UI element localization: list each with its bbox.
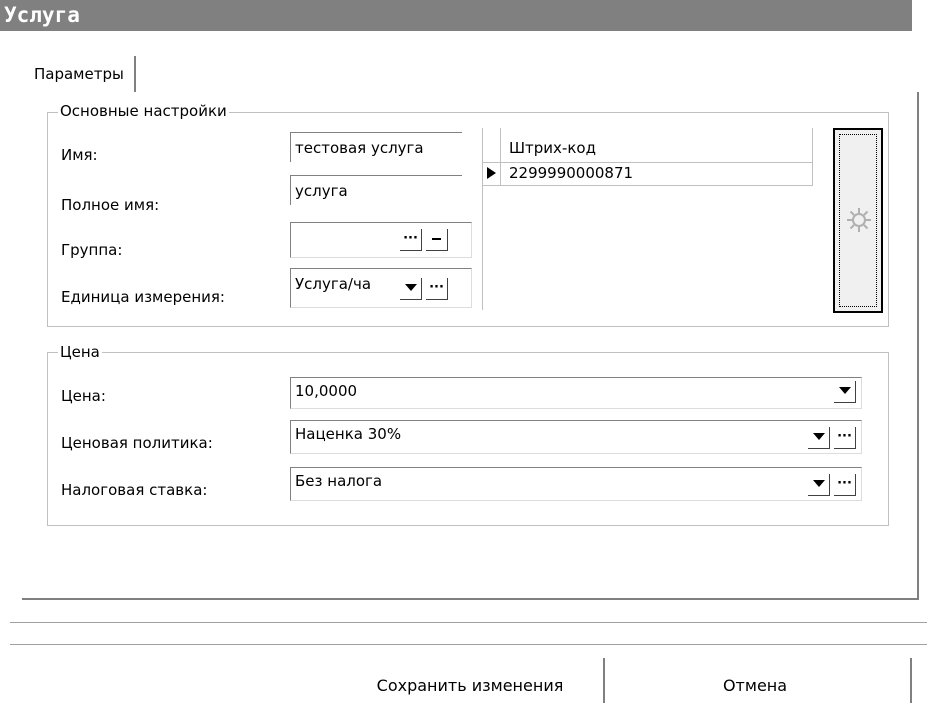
save-button[interactable]: Сохранить изменения <box>340 666 600 706</box>
tab-panel-border-bottom <box>22 598 919 600</box>
tax-rate-label: Налоговая ставка: <box>61 481 208 499</box>
row-pointer-icon <box>487 167 496 179</box>
barcode-column-header[interactable]: Штрих-код <box>509 138 596 158</box>
price-policy-label: Ценовая политика: <box>61 434 213 452</box>
price-policy-field[interactable]: Наценка 30% <box>290 420 862 454</box>
chevron-down-icon <box>404 284 417 291</box>
save-button-edge <box>603 658 605 703</box>
unit-label: Единица измерения: <box>61 288 225 306</box>
gear-icon <box>847 208 871 232</box>
cancel-button-label: Отмена <box>722 676 788 695</box>
unit-dropdown-button[interactable] <box>400 278 422 300</box>
barcode-cell[interactable]: 2299990000871 <box>509 163 633 183</box>
tab-parameters-label: Параметры <box>34 65 124 83</box>
footer-divider-top <box>10 622 927 623</box>
footer-divider-bottom <box>10 644 927 645</box>
ellipsis-icon: ··· <box>837 476 852 491</box>
barcode-action-button[interactable] <box>833 128 883 313</box>
tax-rate-field[interactable]: Без налога <box>290 467 862 501</box>
price-field[interactable]: 10,0000 <box>290 377 862 409</box>
price-policy-select-button[interactable]: ··· <box>834 427 856 449</box>
unit-select-button[interactable]: ··· <box>426 278 448 300</box>
window-title: Услуга <box>0 0 912 31</box>
tax-rate-dropdown-button[interactable] <box>808 474 830 496</box>
group-select-button[interactable]: ··· <box>400 229 422 251</box>
clear-icon <box>432 237 441 240</box>
price-dropdown-button[interactable] <box>834 381 856 403</box>
tax-rate-select-button[interactable]: ··· <box>834 474 856 496</box>
ellipsis-icon: ··· <box>429 280 444 295</box>
unit-value: Услуга/ча <box>295 275 372 293</box>
name-field[interactable]: тестовая услуга <box>290 132 462 162</box>
chevron-down-icon <box>812 433 825 440</box>
basic-settings-legend: Основные настройки <box>58 102 229 120</box>
name-label: Имя: <box>61 146 98 164</box>
price-label: Цена: <box>61 387 106 405</box>
tab-panel-border-right <box>917 92 919 600</box>
full-name-field[interactable]: услуга <box>290 175 462 205</box>
price-policy-dropdown-button[interactable] <box>808 427 830 449</box>
group-clear-button[interactable] <box>426 229 448 251</box>
cancel-button-edge <box>910 658 912 703</box>
ellipsis-icon: ··· <box>403 231 418 246</box>
full-name-label: Полное имя: <box>61 196 160 214</box>
tab-parameters[interactable]: Параметры <box>28 56 136 92</box>
barcode-grid-row-line <box>482 185 812 186</box>
cancel-button[interactable]: Отмена <box>640 666 870 706</box>
save-button-label: Сохранить изменения <box>376 676 564 695</box>
price-legend: Цена <box>58 343 102 361</box>
barcode-grid-left-border <box>482 128 483 310</box>
barcode-grid-indicator-separator <box>500 128 501 186</box>
group-label: Группа: <box>61 241 123 259</box>
ellipsis-icon: ··· <box>837 429 852 444</box>
chevron-down-icon <box>838 387 851 394</box>
chevron-down-icon <box>812 480 825 487</box>
barcode-grid-right-border <box>812 128 813 186</box>
